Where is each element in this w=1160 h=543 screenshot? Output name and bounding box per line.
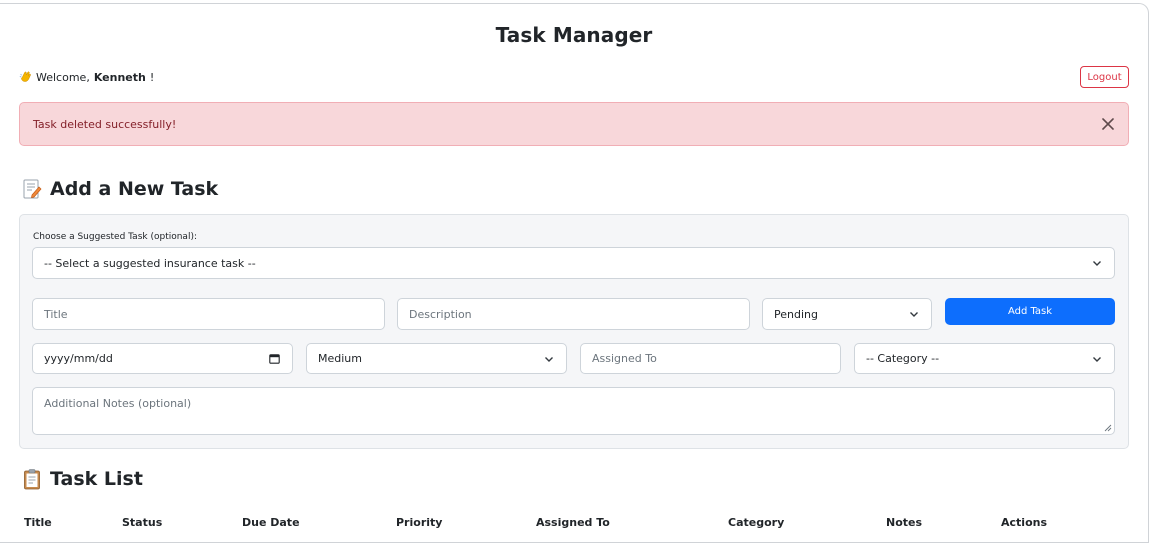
priority-select[interactable]: Medium — [306, 343, 567, 374]
task-list-heading: Task List — [22, 468, 143, 490]
chevron-down-icon — [545, 356, 553, 362]
clipboard-icon — [22, 468, 42, 490]
username: Kenneth — [93, 71, 146, 84]
chevron-down-icon — [910, 312, 918, 317]
status-select[interactable]: Pending — [762, 298, 932, 330]
calendar-icon[interactable] — [269, 353, 280, 364]
suggested-task-select[interactable]: -- Select a suggested insurance task -- — [32, 247, 1115, 279]
category-value: -- Category -- — [866, 352, 940, 365]
add-task-heading-text: Add a New Task — [50, 178, 219, 200]
memo-icon — [22, 178, 42, 200]
due-date-input[interactable]: yyyy/mm/dd — [32, 343, 293, 374]
welcome-message: Welcome, Kenneth! — [19, 70, 154, 85]
status-value: Pending — [774, 307, 818, 321]
waving-hand-icon — [19, 70, 32, 85]
description-input[interactable]: Description — [397, 298, 750, 330]
welcome-suffix: ! — [149, 71, 155, 84]
app-title: Task Manager — [495, 23, 653, 47]
title-placeholder: Title — [44, 307, 68, 321]
success-alert: Task deleted successfully! — [19, 102, 1129, 146]
priority-value: Medium — [318, 352, 362, 365]
description-placeholder: Description — [409, 307, 472, 321]
logout-button[interactable]: Logout — [1080, 66, 1129, 88]
suggested-task-label: Choose a Suggested Task (optional): — [33, 232, 197, 242]
task-list-heading-text: Task List — [50, 468, 143, 490]
add-task-form: Choose a Suggested Task (optional): -- S… — [19, 214, 1129, 449]
due-date-placeholder: yyyy/mm/dd — [44, 352, 113, 365]
add-task-heading: Add a New Task — [22, 178, 218, 200]
assigned-to-placeholder: Assigned To — [592, 352, 657, 365]
task-table-header: Title Status Due Date Priority Assigned … — [24, 516, 1134, 529]
alert-message: Task deleted successfully! — [33, 117, 177, 131]
close-icon[interactable] — [1100, 116, 1116, 132]
notes-textarea[interactable]: Additional Notes (optional) — [32, 387, 1115, 435]
resize-handle-icon[interactable] — [1104, 424, 1112, 432]
welcome-prefix: Welcome, — [36, 71, 90, 84]
title-input[interactable]: Title — [32, 298, 385, 330]
chevron-down-icon — [1093, 356, 1101, 362]
assigned-to-input[interactable]: Assigned To — [580, 343, 841, 374]
category-select[interactable]: -- Category -- — [854, 343, 1115, 374]
chevron-down-icon — [1093, 261, 1101, 266]
add-task-button[interactable]: Add Task — [945, 298, 1115, 325]
notes-placeholder: Additional Notes (optional) — [44, 397, 192, 410]
suggested-task-value: -- Select a suggested insurance task -- — [44, 256, 256, 270]
